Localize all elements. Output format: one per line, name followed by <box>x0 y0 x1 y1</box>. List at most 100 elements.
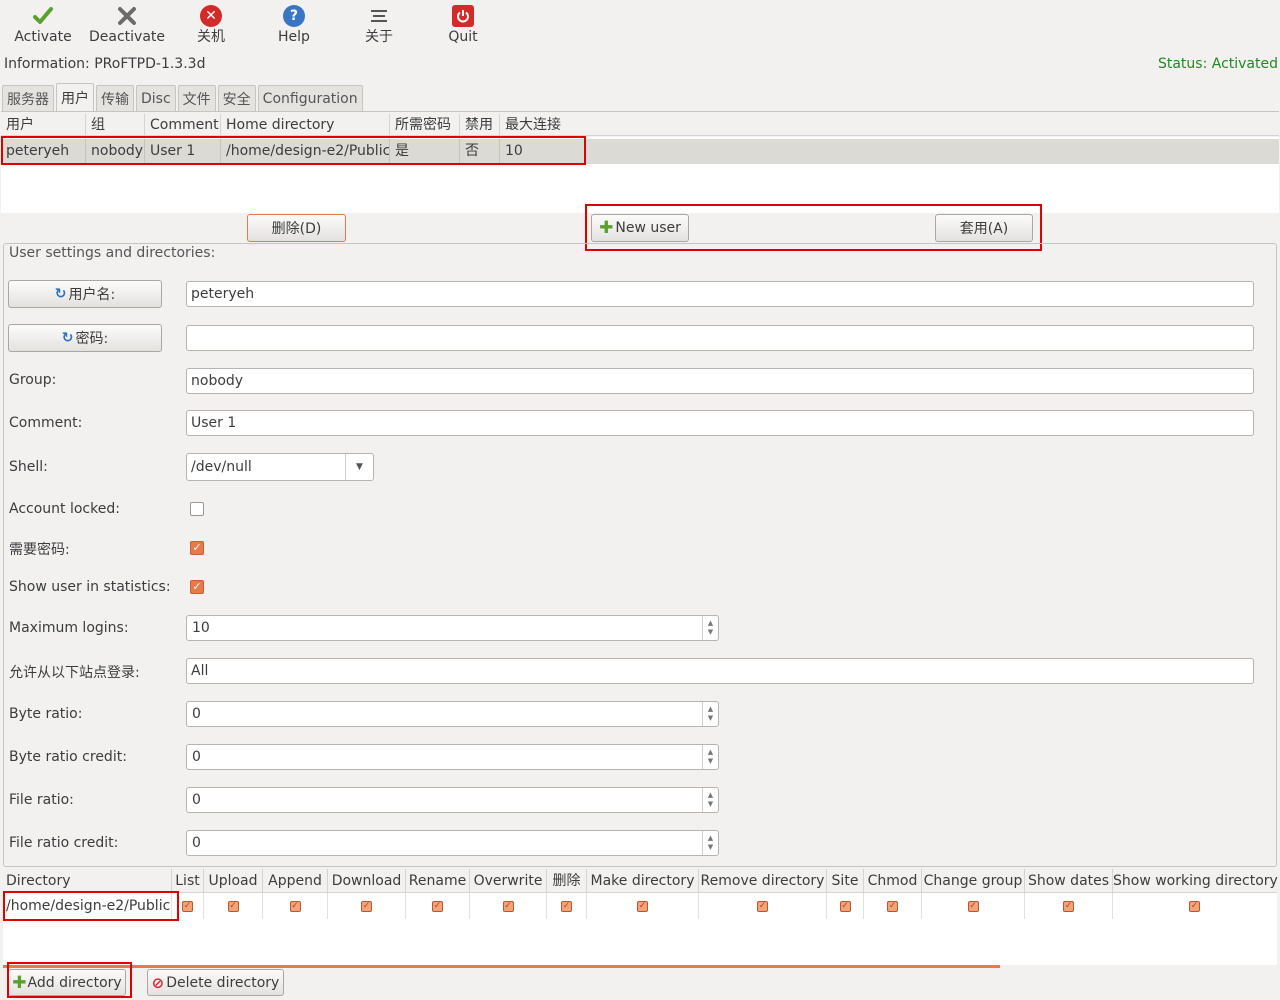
username-field[interactable]: peteryeh <box>186 281 1254 307</box>
column-site[interactable]: Site <box>827 869 864 893</box>
column-chmod[interactable]: Chmod <box>864 869 922 893</box>
cell-make-directory[interactable]: ✓ <box>587 893 699 919</box>
deactivate-button[interactable]: Deactivate <box>89 4 165 54</box>
make-directory-checkbox[interactable]: ✓ <box>637 900 648 912</box>
column-directory[interactable]: Directory <box>3 869 172 893</box>
column-show-working-directory[interactable]: Show working directory <box>1113 869 1278 893</box>
quit-button[interactable]: Quit <box>446 4 480 54</box>
cell-chmod[interactable]: ✓ <box>864 893 922 919</box>
cell-show-working-directory[interactable]: ✓ <box>1113 893 1276 919</box>
cell-show-dates[interactable]: ✓ <box>1025 893 1113 919</box>
remove-directory-checkbox[interactable]: ✓ <box>757 900 768 912</box>
append-checkbox[interactable]: ✓ <box>289 900 301 912</box>
require-password-checkbox[interactable]: ✓ <box>190 541 204 555</box>
column-max-connections[interactable]: 最大连接 <box>500 114 578 136</box>
column-disabled[interactable]: 禁用 <box>460 114 500 136</box>
column-home-directory[interactable]: Home directory <box>221 114 390 136</box>
about-button[interactable]: 关于 <box>361 4 397 54</box>
list-checkbox[interactable]: ✓ <box>182 900 193 912</box>
cell-max-connections: 10 <box>505 143 523 159</box>
table-row[interactable]: peteryeh nobody User 1 /home/design-e2/P… <box>1 139 1279 164</box>
help-button[interactable]: ? Help <box>276 4 312 54</box>
activate-button[interactable]: Activate <box>14 4 72 54</box>
spin-arrows-icon[interactable]: ▲ ▼ <box>702 745 718 769</box>
column-append[interactable]: Append <box>263 869 328 893</box>
site-checkbox[interactable]: ✓ <box>839 900 851 912</box>
cell-site[interactable]: ✓ <box>827 893 864 919</box>
column-show-dates[interactable]: Show dates <box>1025 869 1113 893</box>
delete-directory-button[interactable]: ⊘ Delete directory <box>147 969 284 996</box>
column-make-directory[interactable]: Make directory <box>587 869 699 893</box>
cell-append[interactable]: ✓ <box>263 893 328 919</box>
column-rename[interactable]: Rename <box>406 869 470 893</box>
cell-upload[interactable]: ✓ <box>204 893 263 919</box>
byte-credit-spinner[interactable]: 0 ▲ ▼ <box>186 744 719 770</box>
add-directory-button[interactable]: ✚ Add directory <box>8 969 126 996</box>
spin-arrows-icon[interactable]: ▲ ▼ <box>702 702 718 726</box>
password-button[interactable]: ↻ 密码: <box>8 324 162 352</box>
chmod-checkbox[interactable]: ✓ <box>887 900 898 912</box>
column-download[interactable]: Download <box>328 869 406 893</box>
tab-disc[interactable]: Disc <box>136 85 176 112</box>
cell-remove-directory[interactable]: ✓ <box>699 893 827 919</box>
spin-arrows-icon[interactable]: ▲ ▼ <box>702 616 718 640</box>
column-require-password[interactable]: 所需密码 <box>390 114 460 136</box>
require-password-label: 需要密码: <box>9 542 70 558</box>
deactivate-label: Deactivate <box>89 29 166 45</box>
cell-delete[interactable]: ✓ <box>547 893 587 919</box>
delete-checkbox[interactable]: ✓ <box>561 900 572 912</box>
tab-server[interactable]: 服务器 <box>2 85 54 112</box>
column-remove-directory[interactable]: Remove directory <box>699 869 827 893</box>
column-list[interactable]: List <box>172 869 204 893</box>
file-credit-value: 0 <box>192 835 201 851</box>
file-credit-spinner[interactable]: 0 ▲ ▼ <box>186 830 719 856</box>
spin-arrows-icon[interactable]: ▲ ▼ <box>702 831 718 855</box>
file-ratio-spinner[interactable]: 0 ▲ ▼ <box>186 787 719 813</box>
column-delete[interactable]: 删除 <box>547 869 587 893</box>
rename-checkbox[interactable]: ✓ <box>432 900 443 912</box>
tab-security[interactable]: 安全 <box>217 85 256 112</box>
cell-overwrite[interactable]: ✓ <box>470 893 547 919</box>
apply-button[interactable]: 套用(A) <box>935 214 1033 242</box>
password-field[interactable] <box>186 325 1254 351</box>
column-group[interactable]: 组 <box>86 114 145 136</box>
show-working-directory-checkbox[interactable]: ✓ <box>1189 900 1200 912</box>
download-checkbox[interactable]: ✓ <box>361 900 372 912</box>
show-dates-checkbox[interactable]: ✓ <box>1063 900 1074 912</box>
group-field[interactable]: nobody <box>186 368 1254 394</box>
column-comment[interactable]: Comment <box>145 114 221 136</box>
overwrite-checkbox[interactable]: ✓ <box>502 900 514 912</box>
cell-rename[interactable]: ✓ <box>406 893 470 919</box>
delete-button[interactable]: 删除(D) <box>247 214 346 242</box>
allow-from-field[interactable]: All <box>186 658 1254 684</box>
username-button[interactable]: ↻ 用户名: <box>8 280 162 308</box>
max-logins-spinner[interactable]: 10 ▲ ▼ <box>186 615 719 641</box>
tab-users[interactable]: 用户 <box>56 83 94 112</box>
show-stats-checkbox[interactable]: ✓ <box>190 580 204 594</box>
shell-value: /dev/null <box>191 459 252 475</box>
spin-arrows-icon[interactable]: ▲ ▼ <box>702 788 718 812</box>
tab-divider <box>1 111 1279 112</box>
shell-dropdown[interactable]: /dev/null ▼ <box>186 453 374 481</box>
cell-change-group[interactable]: ✓ <box>922 893 1025 919</box>
byte-ratio-spinner[interactable]: 0 ▲ ▼ <box>186 701 719 727</box>
table-row[interactable]: /home/design-e2/Public ✓ ✓ ✓ ✓ ✓ ✓ ✓ ✓ ✓… <box>3 893 1277 919</box>
cell-download[interactable]: ✓ <box>328 893 406 919</box>
change-group-checkbox[interactable]: ✓ <box>967 900 979 912</box>
column-change-group[interactable]: Change group <box>922 869 1025 893</box>
cell-list[interactable]: ✓ <box>172 893 204 919</box>
tab-configuration[interactable]: Configuration <box>257 85 363 112</box>
comment-field[interactable]: User 1 <box>186 410 1254 436</box>
new-user-button[interactable]: ✚ New user <box>591 214 689 242</box>
power-icon <box>451 4 475 28</box>
tab-transfer[interactable]: 传输 <box>96 85 134 112</box>
activate-label: Activate <box>14 29 72 45</box>
shutdown-button[interactable]: ✕ 关机 <box>193 4 229 54</box>
column-user[interactable]: 用户 <box>1 114 86 136</box>
refresh-icon: ↻ <box>54 286 67 302</box>
tab-files[interactable]: 文件 <box>177 85 216 112</box>
upload-checkbox[interactable]: ✓ <box>227 900 239 912</box>
account-locked-checkbox[interactable] <box>190 502 204 516</box>
column-overwrite[interactable]: Overwrite <box>470 869 547 893</box>
column-upload[interactable]: Upload <box>204 869 263 893</box>
